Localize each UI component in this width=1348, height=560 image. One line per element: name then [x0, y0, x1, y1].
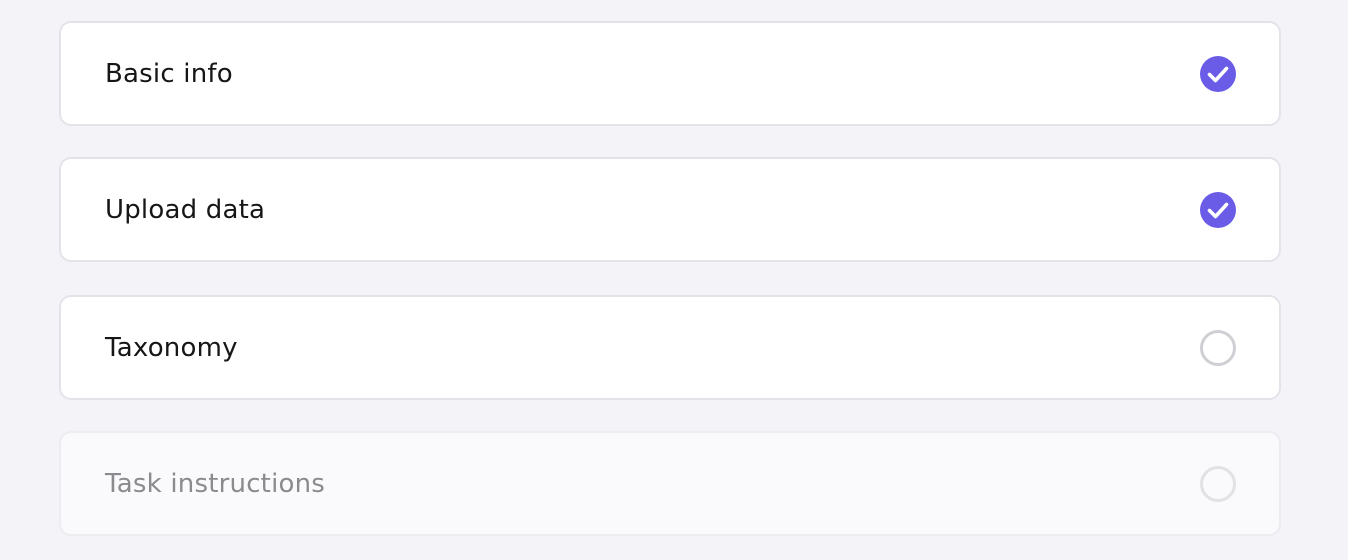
check-circle-icon: [1199, 191, 1237, 229]
step-label: Taxonomy: [105, 332, 238, 363]
step-label: Basic info: [105, 58, 233, 89]
step-taxonomy[interactable]: Taxonomy: [59, 295, 1281, 400]
step-upload-data[interactable]: Upload data: [59, 157, 1281, 262]
step-task-instructions: Task instructions: [59, 431, 1281, 536]
check-circle-icon: [1199, 55, 1237, 93]
step-list: Basic info Upload data Taxonomy Task ins…: [0, 0, 1348, 560]
empty-circle-icon: [1199, 329, 1237, 367]
step-basic-info[interactable]: Basic info: [59, 21, 1281, 126]
step-label: Upload data: [105, 194, 266, 225]
step-label: Task instructions: [105, 468, 326, 499]
empty-circle-icon: [1199, 465, 1237, 503]
